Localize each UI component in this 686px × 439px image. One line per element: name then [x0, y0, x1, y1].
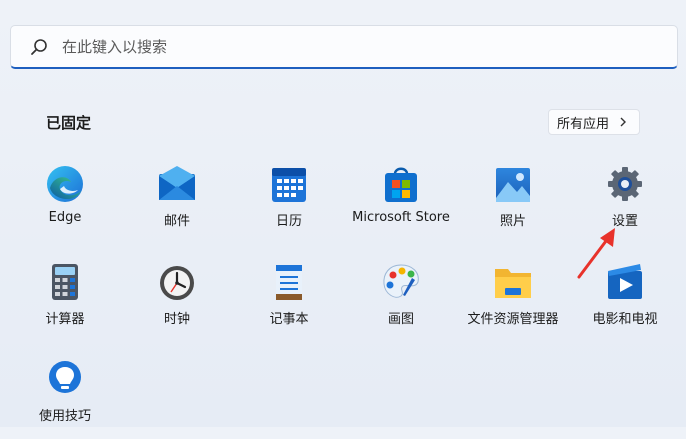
app-tile-edge[interactable]: Edge [8, 164, 122, 244]
app-tile-calendar[interactable]: 日历 [232, 164, 346, 244]
photos-icon [493, 164, 533, 204]
app-label: 日历 [275, 214, 302, 229]
app-label: 使用技巧 [38, 409, 91, 424]
search-icon [28, 36, 50, 58]
app-label: 计算器 [45, 312, 85, 327]
app-tile-paint[interactable]: 画图 [344, 262, 458, 342]
annotation-arrow-icon [577, 228, 615, 279]
folder-icon [493, 262, 533, 302]
app-label: 邮件 [163, 214, 190, 229]
app-tile-tips[interactable]: 使用技巧 [8, 359, 122, 439]
app-label: Microsoft Store [352, 210, 450, 225]
edge-icon [45, 164, 85, 204]
app-tile-notepad[interactable]: 记事本 [232, 262, 346, 342]
app-tile-file-explorer[interactable]: 文件资源管理器 [456, 262, 570, 342]
app-tile-clock[interactable]: 时钟 [120, 262, 234, 342]
app-tile-mail[interactable]: 邮件 [120, 164, 234, 244]
all-apps-button[interactable]: 所有应用 [548, 109, 641, 135]
all-apps-label: 所有应用 [557, 116, 610, 132]
tips-icon [45, 359, 85, 399]
search-box[interactable] [10, 25, 678, 69]
app-label: 记事本 [269, 312, 309, 327]
app-label: 时钟 [163, 312, 190, 327]
search-input[interactable] [60, 27, 677, 66]
gear-icon [605, 164, 645, 204]
store-icon [381, 164, 421, 204]
app-label: 文件资源管理器 [467, 312, 559, 327]
calendar-icon [269, 164, 309, 204]
paint-icon [381, 262, 421, 302]
clock-icon [157, 262, 197, 302]
app-tile-microsoft-store[interactable]: Microsoft Store [344, 164, 458, 244]
calculator-icon [45, 262, 85, 302]
app-label: 电影和电视 [592, 312, 658, 327]
app-label: 照片 [499, 214, 526, 229]
app-tile-calculator[interactable]: 计算器 [8, 262, 122, 342]
chevron-right-icon [619, 117, 629, 127]
app-tile-photos[interactable]: 照片 [456, 164, 570, 244]
app-label: 画图 [387, 312, 414, 327]
notepad-icon [269, 262, 309, 302]
pinned-title: 已固定 [46, 114, 92, 132]
mail-icon [157, 164, 197, 204]
app-label: Edge [48, 210, 82, 225]
